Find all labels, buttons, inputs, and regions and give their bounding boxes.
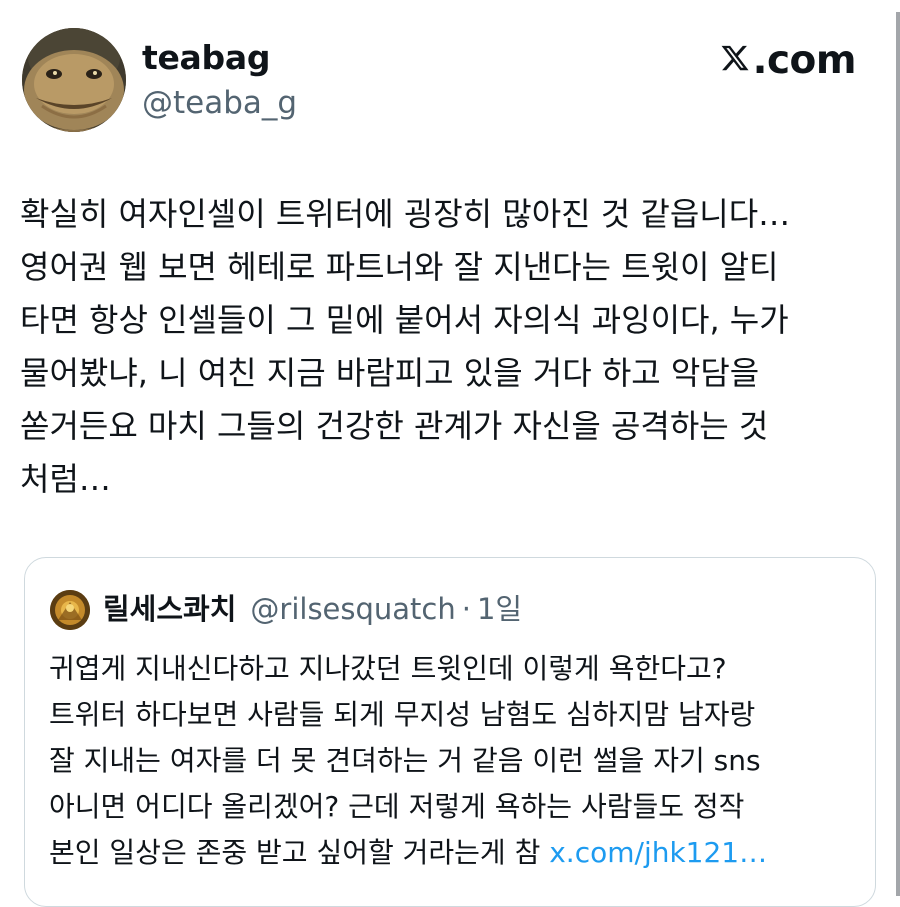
header-separator: · bbox=[461, 592, 471, 626]
author-handle[interactable]: @teaba_g bbox=[142, 85, 297, 121]
brand-link[interactable]: .com bbox=[720, 38, 857, 83]
quoted-tweet-card[interactable]: 릴세스콰치 @rilsesquatch · 1일 귀엽게 지내신다하고 지나갔던… bbox=[24, 557, 876, 907]
quoted-author-handle[interactable]: @rilsesquatch bbox=[250, 592, 455, 626]
quoted-author-name[interactable]: 릴세스콰치 bbox=[103, 586, 236, 628]
author-avatar[interactable] bbox=[22, 28, 126, 132]
quoted-author-avatar[interactable] bbox=[50, 590, 90, 630]
quoted-tweet-link[interactable]: x.com/jhk121… bbox=[549, 836, 767, 869]
x-logo-icon bbox=[720, 38, 750, 83]
quoted-tweet-text: 귀엽게 지내신다하고 지나갔던 트윗인데 이렇게 욕한다고? 트위터 하다보면 … bbox=[49, 646, 864, 876]
quoted-tweet-time[interactable]: 1일 bbox=[477, 586, 522, 628]
author-display-name[interactable]: teabag bbox=[142, 38, 270, 77]
tweet-text: 확실히 여자인셀이 트위터에 굉장히 많아진 것 같읍니다… 영어권 웹 보면 … bbox=[20, 195, 791, 498]
scrollbar[interactable] bbox=[896, 12, 900, 896]
brand-label: .com bbox=[752, 38, 857, 83]
quoted-tweet-header: 릴세스콰치 @rilsesquatch · 1일 bbox=[103, 586, 522, 628]
